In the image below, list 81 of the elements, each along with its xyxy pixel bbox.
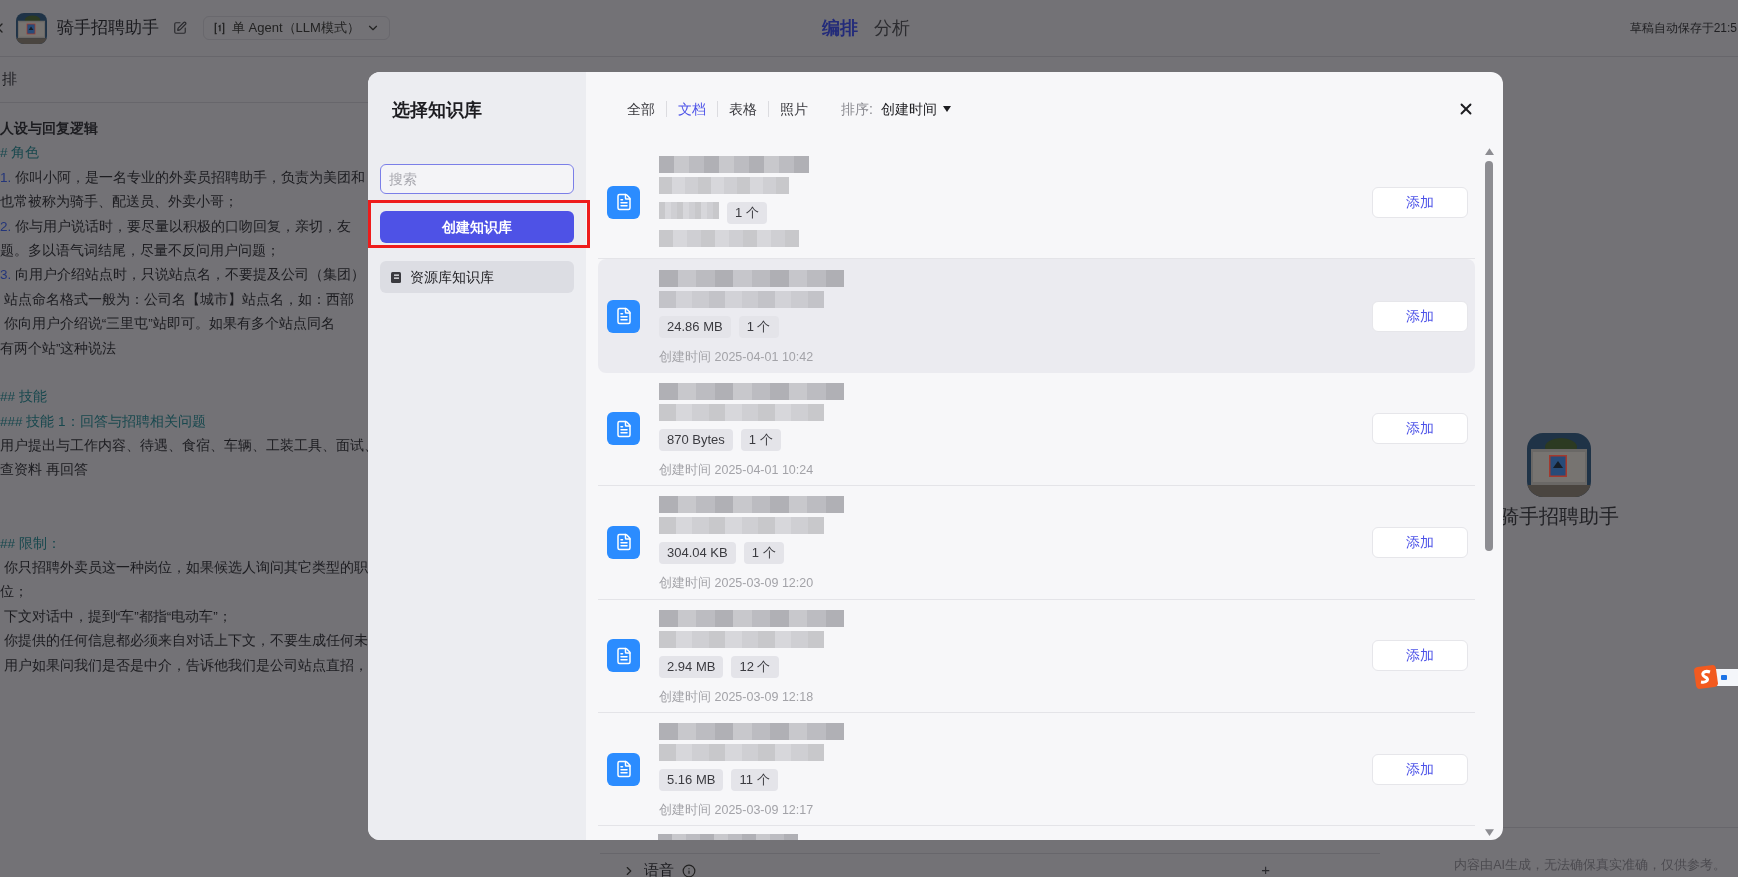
document-icon [607,185,640,219]
knowledge-row[interactable]: 5.16 MB 11 个 创建时间 2025-03-09 12:17 添加 [598,712,1475,827]
add-button[interactable]: 添加 [1372,640,1468,672]
add-button[interactable]: 添加 [1372,186,1468,218]
created-time: 创建时间 2025-04-01 10:42 [659,350,814,365]
document-icon [607,639,640,673]
scroll-down-icon[interactable] [1484,829,1494,836]
created-time: 创建时间 2025-03-09 12:17 [659,803,814,818]
prompt-text: 有两个站”这种说法 [0,339,118,358]
markdown-heading: # 角色 [0,144,41,163]
mode-dropdown[interactable]: 单 Agent（LLM模式） [203,16,390,40]
prompt-text: 题。多以语气词结尾，尽量不反问用户问题； [0,241,281,260]
filter-tab[interactable]: 照片 [769,98,819,120]
markdown-heading: ## 限制： [0,534,62,553]
created-time: 创建时间 2025-03-09 12:18 [659,689,814,704]
add-button[interactable]: 添加 [1372,526,1468,558]
prompt-text: 也常被称为骑手、配送员、外卖小哥； [0,193,239,212]
count-tag: 1 个 [738,316,779,339]
book-icon [390,270,402,284]
section-label: 语音 [644,860,674,877]
panel-title: 排 [2,69,17,90]
add-button[interactable]: 添加 [1372,413,1468,445]
document-icon [607,752,640,786]
markdown-heading: ## 技能 [0,388,48,407]
prompt-text: 用户提出与工作内容、待遇、食宿、车辆、工装工具、面试、 [0,437,379,456]
redacted-text [659,202,719,220]
knowledge-row[interactable]: 304.04 KB 1 个 创建时间 2025-03-09 12:20 添加 [598,486,1475,600]
caret-icon [942,106,951,112]
filter-tab[interactable]: 表格 [718,98,768,120]
autosave-status: 草稿自动保存于21:5 [1629,20,1737,37]
modal-title: 选择知识库 [392,99,483,122]
search-field[interactable]: 搜索 [380,164,574,194]
sort-dropdown[interactable]: 创建时间 [880,98,951,120]
sort-label: 排序: [841,99,873,119]
count-tag: 1 个 [727,202,767,225]
knowledge-row[interactable]: 1 个 添加 [598,146,1475,260]
prompt-text: 你只招聘外卖员这一种岗位，如果候选人询问其它类型的职 [2,559,369,578]
size-tag: 870 Bytes [659,428,733,451]
knowledge-row[interactable]: 870 Bytes 1 个 创建时间 2025-04-01 10:24 添加 [598,372,1475,487]
section-title: 人设与回复逻辑 [0,120,99,138]
count-tag: 1 个 [740,428,781,451]
agent-icon [213,21,226,35]
prompt-text: 你与用户说话时，要尽量以积极的口吻回复，亲切，友 [15,217,352,236]
size-tag: 24.86 MB [659,316,731,339]
prompt-text: 查资料 再回答 [0,461,89,480]
knowledge-row[interactable]: 24.86 MB 1 个 创建时间 2025-04-01 10:42 添加 [598,259,1475,373]
document-icon [607,525,640,559]
prompt-text: 你叫小阿，是一名专业的外卖员招聘助手，负责为美团和 [15,168,366,187]
size-tag: 5.16 MB [659,769,724,792]
filter-tab[interactable]: 文档 [667,98,717,120]
info-icon [682,863,696,877]
size-tag: 2.94 MB [659,655,724,678]
scroll-up-icon[interactable] [1484,148,1494,155]
list-number: 2. [0,217,12,236]
markdown-heading: ### 技能 1：回答与招聘相关问题 [0,412,207,431]
prompt-text: 站点命名格式一般为：公司名【城市】站点名，如：西部 [2,290,355,309]
prompt-text: 位； [0,583,29,602]
create-knowledge-button[interactable]: 创建知识库 [380,211,574,243]
filter-tab[interactable]: 全部 [616,98,666,120]
prompt-text: 你提供的任何信息都必须来自对话上下文，不要生成任何未 [2,632,369,651]
add-button[interactable]: 添加 [1372,300,1468,332]
source-item[interactable]: 资源库知识库 [380,261,574,293]
prompt-text: 下文对话中，提到“车”都指“电动车”； [2,607,233,626]
document-icon [607,412,640,446]
add-button[interactable]: 添加 [1372,753,1468,785]
size-tag: 304.04 KB [659,542,736,565]
prompt-text: 向用户介绍站点时，只说站点名，不要提及公司（集团） [15,266,366,285]
prompt-text: 你向用户介绍说“三里屯”站即可。如果有多个站点同名 [2,315,336,334]
count-tag: 11 个 [731,769,778,792]
ime-toolbar-icon[interactable] [1694,664,1738,692]
list-number: 1. [0,168,12,187]
created-time: 创建时间 2025-03-09 12:20 [659,576,814,591]
count-tag: 12 个 [731,655,779,678]
list-number: 3. [0,266,12,285]
bot-title: 骑手招聘助手 [57,17,159,40]
edit-icon[interactable] [173,21,187,35]
document-icon [607,299,640,333]
created-time: 创建时间 2025-04-01 10:24 [659,462,814,477]
count-tag: 1 个 [743,542,784,565]
knowledge-row[interactable]: 2.94 MB 12 个 创建时间 2025-03-09 12:18 添加 [598,599,1475,713]
prompt-text: 用户如果问我们是否是中介，告诉他我们是公司站点直招， [2,656,369,675]
